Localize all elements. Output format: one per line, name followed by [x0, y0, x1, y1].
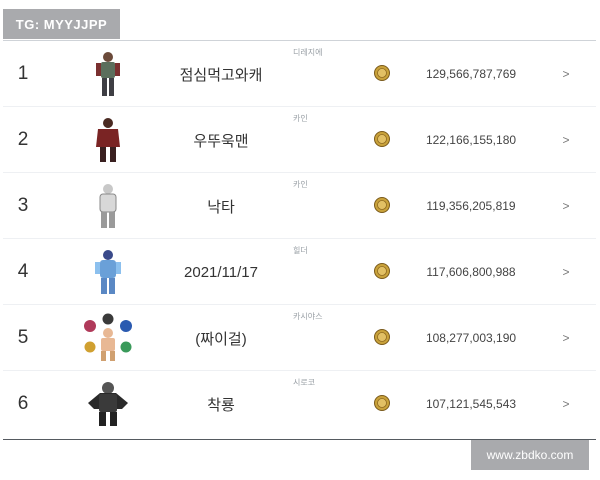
gold-amount: 117,606,800,988	[426, 265, 516, 279]
chevron-right-icon[interactable]: >	[556, 371, 576, 437]
chevron-right-icon[interactable]: >	[556, 107, 576, 173]
gold-amount: 129,566,787,769	[425, 67, 517, 81]
gold-amount: 107,121,545,543	[425, 397, 517, 411]
character-avatar-icon	[78, 48, 138, 100]
chevron-right-icon[interactable]: >	[556, 239, 576, 305]
ranking-list: 1 디레지에 점심먹고와캐 129,566,787,769 > 2 카인 우뚜욱…	[3, 41, 596, 437]
gold-coin-icon	[374, 395, 390, 411]
rank-number: 2	[17, 129, 29, 150]
gold-coin-icon	[374, 65, 390, 81]
rank-number: 6	[17, 393, 29, 414]
rank-number: 1	[17, 63, 29, 84]
watermark: www.zbdko.com	[471, 440, 589, 470]
ranking-row[interactable]: 5 카시야스 (짜이걸) 108,277,003,190 >	[3, 305, 596, 371]
chevron-right-icon[interactable]: >	[556, 305, 576, 371]
character-name: 착룡	[207, 396, 235, 414]
chevron-right-icon[interactable]: >	[556, 41, 576, 107]
ranking-row[interactable]: 3 카인 낙타 119,356,205,819 >	[3, 173, 596, 239]
character-avatar-icon	[78, 114, 138, 166]
character-name: 낙타	[207, 198, 235, 216]
ranking-row[interactable]: 4 힐더 2021/11/17 117,606,800,988 >	[3, 239, 596, 305]
gold-coin-icon	[374, 197, 390, 213]
gold-coin-icon	[374, 329, 390, 345]
gold-coin-icon	[374, 263, 390, 279]
tg-badge: TG: MYYJJPP	[3, 9, 120, 39]
character-name: (짜이걸)	[195, 330, 247, 348]
ranking-row[interactable]: 2 카인 우뚜욱맨 122,166,155,180 >	[3, 107, 596, 173]
character-avatar-icon	[78, 378, 138, 430]
chevron-right-icon[interactable]: >	[556, 173, 576, 239]
rank-number: 4	[17, 261, 29, 282]
ranking-row[interactable]: 6 시로코 착룡 107,121,545,543 >	[3, 371, 596, 437]
gold-amount: 119,356,205,819	[426, 199, 516, 213]
gold-amount: 108,277,003,190	[425, 331, 517, 345]
character-name: 점심먹고와캐	[179, 66, 263, 84]
ranking-row[interactable]: 1 디레지에 점심먹고와캐 129,566,787,769 >	[3, 41, 596, 107]
gold-coin-icon	[374, 131, 390, 147]
rank-number: 5	[17, 327, 29, 348]
rank-number: 3	[17, 195, 29, 216]
character-name: 2021/11/17	[184, 263, 258, 281]
character-avatar-icon	[78, 246, 138, 298]
character-name: 우뚜욱맨	[193, 132, 249, 150]
gold-amount: 122,166,155,180	[425, 133, 517, 147]
character-avatar-icon	[78, 180, 138, 232]
character-avatar-icon	[78, 312, 138, 364]
